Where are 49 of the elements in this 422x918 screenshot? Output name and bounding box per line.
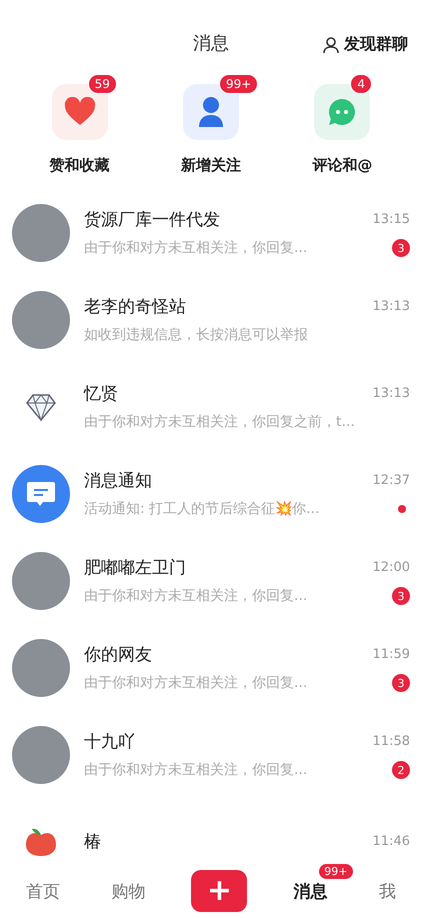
message-time: 13:13	[372, 299, 410, 314]
contact-name: 肥嘟嘟左卫门	[84, 557, 186, 579]
message-time: 11:46	[372, 834, 410, 849]
discover-group-chat-button[interactable]: 发现群聊	[320, 32, 410, 57]
heart-icon	[64, 97, 96, 127]
chat-bubble-icon	[327, 97, 358, 127]
message-preview: 由于你和对方未互相关注，你回复...	[84, 587, 308, 605]
unread-dot	[398, 505, 406, 513]
count-badge: 4	[350, 74, 372, 94]
person-icon	[198, 96, 224, 128]
message-time: 12:00	[372, 560, 410, 575]
category-label[interactable]: 新增关注	[180, 156, 241, 175]
category-label[interactable]: 赞和收藏	[50, 156, 110, 175]
message-time: 13:13	[372, 386, 410, 401]
category-label[interactable]: 评论和@	[312, 156, 372, 175]
message-preview: 由于你和对方未互相关注，你回复...	[84, 674, 308, 692]
message-time: 13:15	[372, 212, 410, 227]
count-badge: 59	[88, 74, 117, 94]
nav-tab[interactable]: 首页	[20, 876, 66, 906]
contact-name: 货源厂库一件代发	[84, 209, 220, 231]
contact-name: 老李的奇怪站	[84, 296, 186, 318]
create-post-button[interactable]: +	[191, 870, 248, 912]
unread-count-badge: 3	[392, 239, 410, 257]
nav-tab[interactable]: 购物	[106, 876, 152, 906]
apple-icon[interactable]	[24, 826, 58, 856]
message-time: 11:59	[372, 647, 410, 662]
message-time: 12:37	[372, 473, 410, 488]
nav-tab[interactable]: 消息	[287, 876, 334, 906]
unread-count-badge: 3	[392, 587, 410, 605]
message-preview: 由于你和对方未互相关注，你回复之前，t...	[84, 413, 355, 431]
message-preview: 活动通知: 打工人的节后综合征💥你...	[84, 500, 320, 518]
person-icon	[322, 36, 340, 54]
unread-count-badge: 2	[392, 761, 410, 779]
contact-name: 消息通知	[84, 470, 152, 492]
contact-name: 十九吖	[84, 731, 135, 753]
message-preview: 如收到违规信息，长按消息可以举报	[84, 326, 308, 344]
contact-name: 忆贤	[84, 383, 118, 405]
message-time: 11:58	[372, 734, 410, 749]
nav-tab[interactable]: 我	[373, 876, 402, 906]
diamond-icon[interactable]	[26, 392, 56, 420]
message-preview: 由于你和对方未互相关注，你回复...	[84, 761, 308, 779]
page-title: 消息	[193, 32, 229, 55]
message-preview: 由于你和对方未互相关注，你回复...	[84, 239, 308, 257]
contact-name: 椿	[84, 831, 101, 853]
count-badge: 99+	[218, 74, 258, 94]
count-badge: 99+	[319, 864, 352, 878]
unread-count-badge: 3	[392, 674, 410, 692]
message-icon	[26, 480, 56, 508]
contact-name: 你的网友	[84, 644, 152, 666]
